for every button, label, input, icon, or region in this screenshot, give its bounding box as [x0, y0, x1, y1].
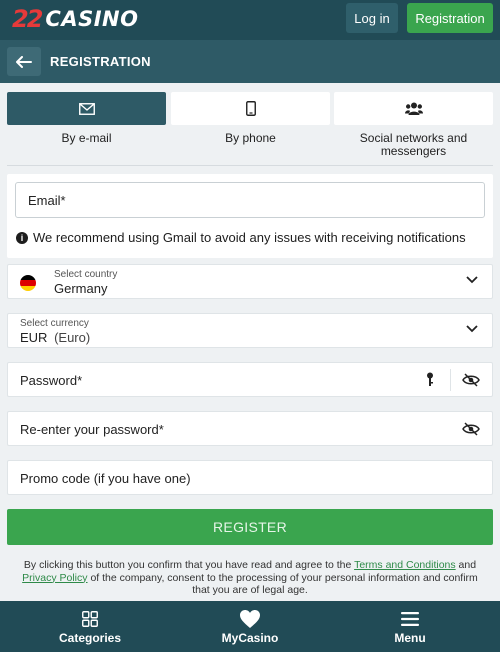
gmail-note-text: We recommend using Gmail to avoid any is…: [33, 230, 466, 245]
bottom-nav: Categories MyCasino Menu: [0, 601, 500, 652]
page-title: REGISTRATION: [50, 54, 151, 69]
currency-label: Select currency: [20, 318, 89, 329]
tab-label-email[interactable]: By e-mail: [7, 132, 166, 145]
info-icon: i: [16, 231, 28, 244]
login-button[interactable]: Log in: [346, 3, 398, 33]
top-bar: 22 CASINO Log in Registration: [0, 0, 500, 40]
gmail-note: i We recommend using Gmail to avoid any …: [16, 230, 466, 245]
grid-icon: [82, 610, 98, 627]
registration-button[interactable]: Registration: [407, 3, 493, 33]
germany-flag-icon: [20, 275, 36, 291]
tab-label-social[interactable]: Social networks and messengers: [350, 132, 477, 158]
logo-text: CASINO: [45, 7, 139, 31]
phone-icon: [245, 101, 256, 116]
legal-text-part1: By clicking this button you confirm that…: [23, 559, 355, 571]
hamburger-icon: [401, 611, 419, 626]
nav-menu-label: Menu: [394, 630, 426, 645]
chevron-down-icon: [466, 325, 478, 333]
back-button[interactable]: [7, 47, 41, 76]
email-placeholder: Email*: [28, 192, 66, 208]
divider: [7, 165, 493, 166]
nav-categories-label: Categories: [58, 630, 122, 645]
key-icon[interactable]: [426, 372, 434, 387]
currency-select[interactable]: Select currency EUR (Euro): [7, 313, 493, 348]
nav-mycasino[interactable]: MyCasino: [200, 601, 300, 652]
promo-code-field[interactable]: Promo code (if you have one): [7, 460, 493, 495]
logo-number: 22: [12, 5, 43, 33]
nav-categories[interactable]: Categories: [40, 601, 140, 652]
currency-value: EUR (Euro): [20, 330, 90, 345]
arrow-left-icon: [16, 55, 32, 68]
legal-text-part2: and: [455, 559, 477, 571]
registration-header: REGISTRATION: [0, 40, 500, 83]
country-value: Germany: [54, 281, 108, 296]
envelope-icon: [78, 102, 95, 115]
register-button[interactable]: REGISTER: [7, 509, 493, 545]
privacy-link[interactable]: Privacy Policy: [22, 572, 87, 584]
legal-text: By clicking this button you confirm that…: [14, 559, 486, 597]
currency-name: (Euro): [54, 330, 91, 345]
promo-code-placeholder: Promo code (if you have one): [20, 471, 191, 486]
users-icon: [404, 102, 423, 115]
nav-menu[interactable]: Menu: [360, 601, 460, 652]
email-field[interactable]: Email*: [15, 182, 485, 218]
nav-mycasino-label: MyCasino: [221, 630, 279, 645]
country-label: Select country: [54, 269, 118, 280]
reenter-password-placeholder: Re-enter your password*: [20, 422, 164, 437]
password-field[interactable]: Password*: [7, 362, 493, 397]
terms-link[interactable]: Terms and Conditions: [354, 559, 456, 571]
logo[interactable]: 22 CASINO: [12, 5, 139, 33]
tab-by-phone[interactable]: [171, 92, 330, 125]
tab-by-email[interactable]: [7, 92, 166, 125]
chevron-down-icon: [466, 276, 478, 284]
legal-text-part3: of the company, consent to the processin…: [87, 571, 478, 597]
eye-slash-icon[interactable]: [462, 373, 480, 387]
heart-icon: [240, 609, 260, 628]
country-select[interactable]: Select country Germany: [7, 264, 493, 299]
tab-social-networks[interactable]: [334, 92, 493, 125]
reenter-password-field[interactable]: Re-enter your password*: [7, 411, 493, 446]
tab-label-phone[interactable]: By phone: [171, 132, 330, 145]
password-placeholder: Password*: [20, 373, 83, 388]
eye-slash-icon[interactable]: [462, 422, 480, 436]
separator: [450, 369, 451, 391]
currency-code: EUR: [20, 330, 48, 345]
